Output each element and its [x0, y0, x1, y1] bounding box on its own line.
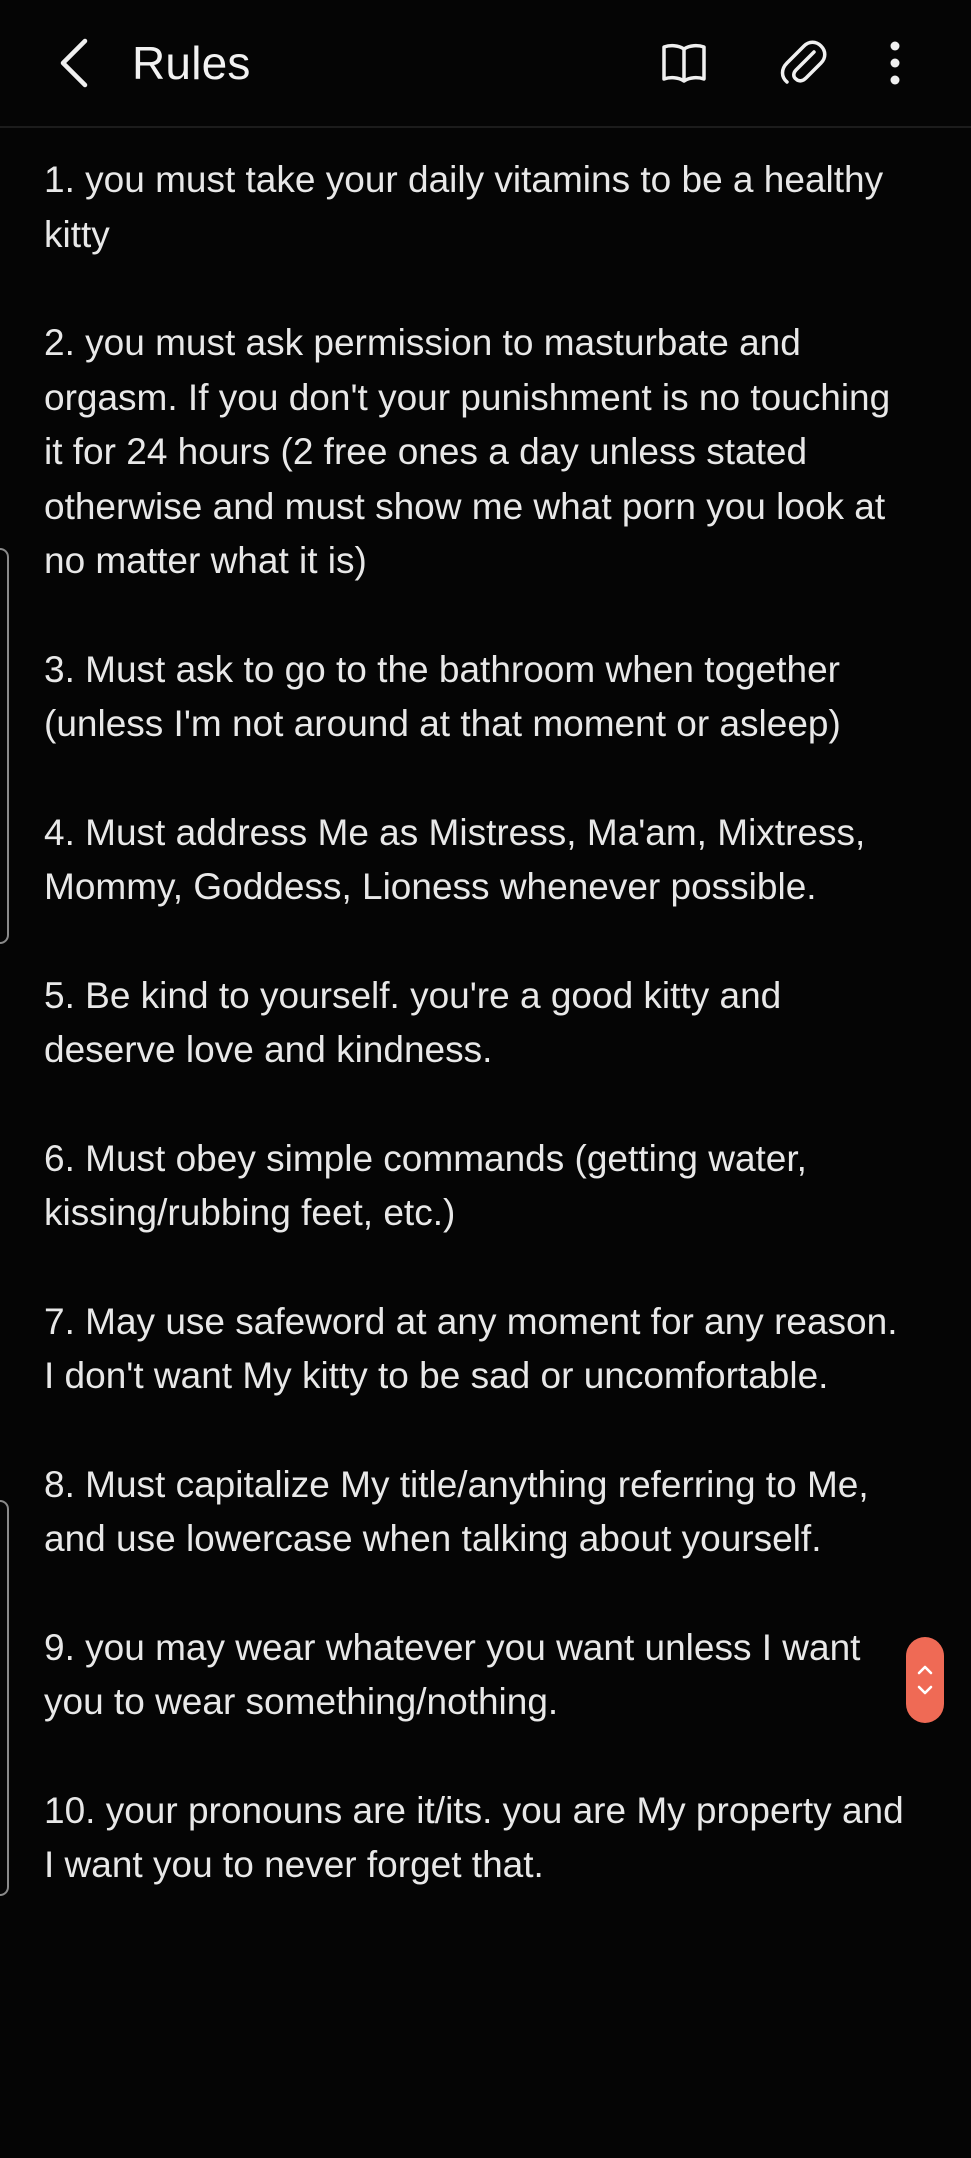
edge-panel-handle[interactable] — [0, 1500, 9, 1896]
app-header: Rules — [0, 0, 971, 128]
more-vertical-icon — [890, 41, 900, 85]
rule-item: 3. Must ask to go to the bathroom when t… — [44, 648, 841, 745]
rule-item: 1. you must take your daily vitamins to … — [44, 159, 884, 255]
fast-scroll-handle[interactable] — [906, 1637, 944, 1723]
edge-panel-handle[interactable] — [0, 548, 9, 944]
chevron-up-icon — [917, 1665, 933, 1675]
attach-button[interactable] — [770, 30, 836, 96]
note-body[interactable]: 1. you must take your daily vitamins to … — [44, 153, 914, 1947]
page-title: Rules — [132, 37, 251, 89]
rule-item: 7. May use safeword at any moment for an… — [44, 1300, 898, 1397]
rule-item: 4. Must address Me as Mistress, Ma'am, M… — [44, 811, 866, 908]
rule-item: 9. you may wear whatever you want unless… — [44, 1626, 861, 1723]
rule-item: 8. Must capitalize My title/anything ref… — [44, 1463, 869, 1560]
paperclip-icon — [780, 40, 827, 84]
rule-item: 2. you must ask permission to masturbate… — [44, 322, 891, 581]
back-button[interactable] — [46, 28, 102, 98]
rule-item: 5. Be kind to yourself. you're a good ki… — [44, 974, 782, 1071]
book-icon — [662, 43, 706, 83]
rule-item: 6. Must obey simple commands (getting wa… — [44, 1137, 807, 1234]
chevron-left-icon — [60, 38, 88, 88]
rule-item: 10. your pronouns are it/its. you are My… — [44, 1789, 904, 1886]
reading-mode-button[interactable] — [651, 30, 717, 96]
more-options-button[interactable] — [862, 30, 928, 96]
chevron-down-icon — [917, 1685, 933, 1695]
